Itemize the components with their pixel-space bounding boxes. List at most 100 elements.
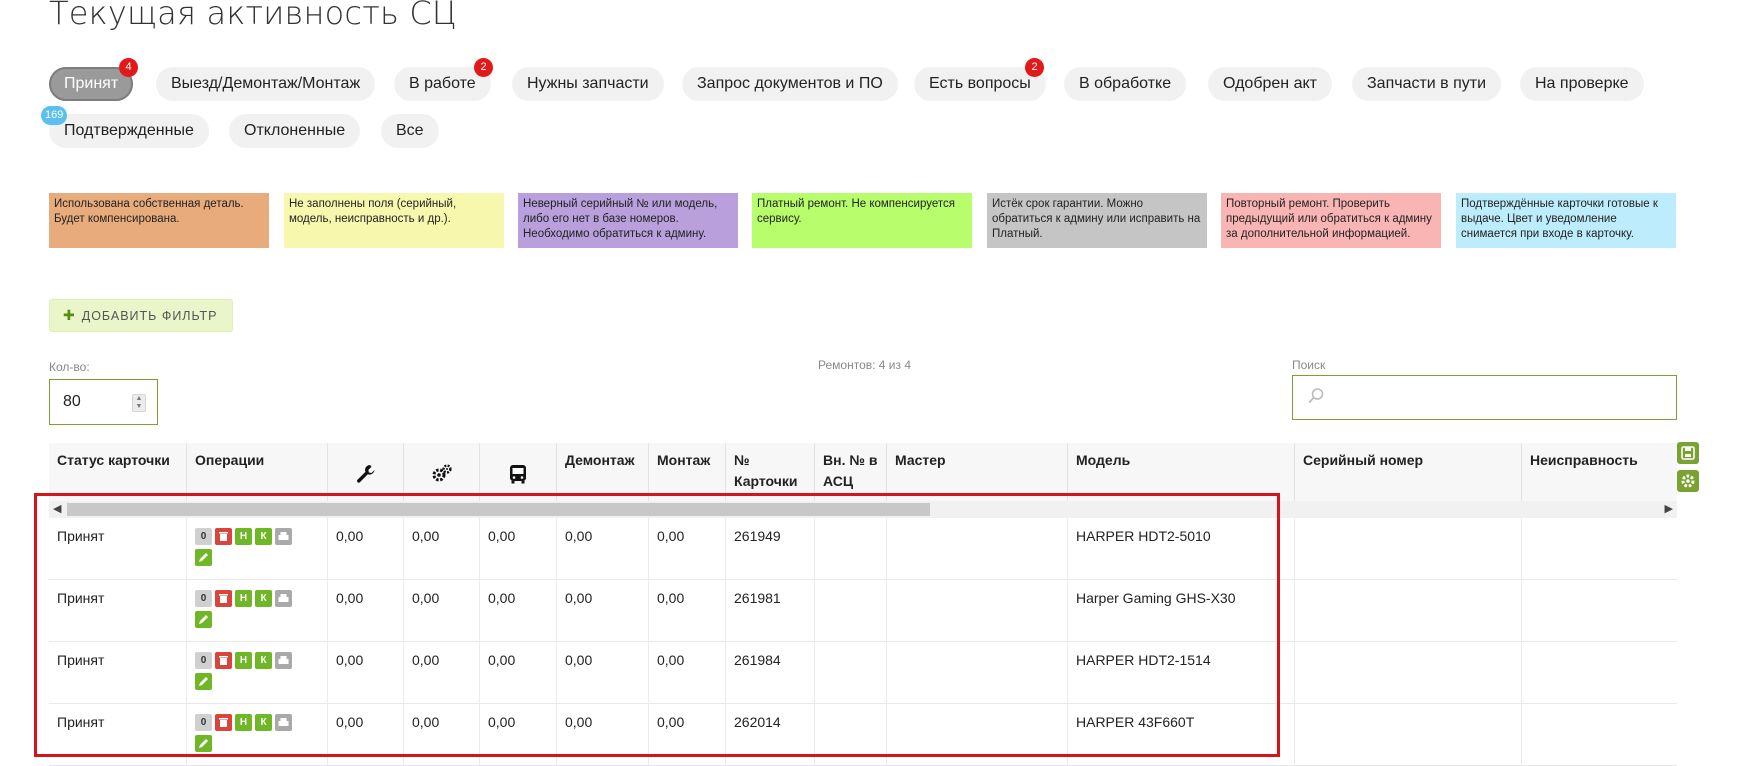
delete-icon[interactable] bbox=[215, 528, 232, 545]
save-columns-button[interactable] bbox=[1677, 442, 1699, 464]
spinner-arrows-icon[interactable]: ▲ ▼ bbox=[132, 394, 146, 412]
col-fault[interactable]: Неисправность bbox=[1521, 443, 1677, 501]
col-status[interactable]: Статус карточки bbox=[49, 443, 186, 501]
scroll-right-icon[interactable]: ▶ bbox=[1665, 501, 1673, 518]
print-icon[interactable] bbox=[275, 714, 292, 731]
tab-label: Принят bbox=[64, 75, 119, 92]
cell-card-number: 261981 bbox=[725, 580, 814, 642]
cell-operations: 0 НК bbox=[186, 704, 327, 766]
tab-label: Отклоненные bbox=[244, 122, 346, 139]
table-row[interactable]: Принят 0 Н К 0,00 0,00 0,00 0,00 0,00 261949 HARPE… bbox=[49, 518, 1677, 580]
edit-icon[interactable] bbox=[195, 673, 212, 690]
table-row[interactable]: Принят 0 Н К 0,00 0,00 0,00 0,00 0,00 262014 HARPE… bbox=[49, 704, 1677, 766]
n-button[interactable]: Н bbox=[235, 528, 252, 545]
legend-paid-repair: Платный ремонт. Не компенсируется сервис… bbox=[752, 193, 972, 248]
cell-internal-number bbox=[814, 704, 886, 766]
col-card-number[interactable]: № Карточки bbox=[725, 443, 814, 501]
table-row[interactable]: Принят 0 Н К 0,00 0,00 0,00 0,00 0,00 261984 HARPE… bbox=[49, 642, 1677, 704]
tab-all[interactable]: Все bbox=[381, 114, 439, 148]
scroll-left-icon[interactable]: ◀ bbox=[53, 501, 61, 518]
col-master[interactable]: Мастер bbox=[886, 443, 1067, 501]
col-serial-number[interactable]: Серийный номер bbox=[1294, 443, 1521, 501]
table-header: Статус карточки Операции Демонтаж Монтаж… bbox=[49, 443, 1677, 501]
print-icon[interactable] bbox=[275, 590, 292, 607]
col-gears[interactable] bbox=[403, 443, 479, 501]
edit-icon[interactable] bbox=[195, 735, 212, 752]
cell-operations: 0 НК bbox=[186, 642, 327, 704]
tab-badge: 169 bbox=[41, 106, 68, 125]
k-button[interactable]: К bbox=[255, 652, 272, 669]
cell-internal-number bbox=[814, 518, 886, 580]
tab-parts-needed[interactable]: Нужны запчасти bbox=[512, 67, 664, 101]
history-count-button[interactable]: 0 bbox=[195, 528, 212, 545]
tab-badge: 2 bbox=[1025, 58, 1044, 77]
cell-dismantle: 0,00 bbox=[556, 580, 648, 642]
cell-card-number: 261984 bbox=[725, 642, 814, 704]
cell-serial bbox=[1294, 704, 1521, 766]
delete-icon[interactable] bbox=[215, 652, 232, 669]
n-button[interactable]: Н bbox=[235, 590, 252, 607]
tab-label: Запчасти в пути bbox=[1367, 75, 1487, 92]
cell-status: Принят bbox=[57, 652, 105, 668]
history-count-button[interactable]: 0 bbox=[195, 590, 212, 607]
print-icon[interactable] bbox=[275, 528, 292, 545]
cell-wrench-cost: 0,00 bbox=[327, 580, 403, 642]
k-button[interactable]: К bbox=[255, 714, 272, 731]
qty-label: Кол-во: bbox=[49, 360, 90, 374]
k-button[interactable]: К bbox=[255, 528, 272, 545]
search-input[interactable] bbox=[1333, 384, 1663, 412]
tab-rejected[interactable]: Отклоненные bbox=[229, 114, 361, 148]
cell-master bbox=[886, 518, 1067, 580]
search-field[interactable] bbox=[1292, 375, 1677, 420]
tab-processing[interactable]: В обработке bbox=[1064, 67, 1187, 101]
cell-travel-cost: 0,00 bbox=[479, 518, 556, 580]
tab-visit-dismantle-install[interactable]: Выезд/Демонтаж/Монтаж bbox=[156, 67, 376, 101]
cell-master bbox=[886, 642, 1067, 704]
col-operations[interactable]: Операции bbox=[186, 443, 327, 501]
tab-label: Все bbox=[396, 122, 424, 139]
col-internal-number[interactable]: Вн. № в АСЦ bbox=[814, 443, 886, 501]
tab-label: Одобрен акт bbox=[1223, 75, 1317, 92]
cell-install: 0,00 bbox=[648, 642, 725, 704]
scrollbar-thumb[interactable] bbox=[67, 503, 930, 516]
cell-internal-number bbox=[814, 642, 886, 704]
tab-act-approved[interactable]: Одобрен акт bbox=[1208, 67, 1332, 101]
n-button[interactable]: Н bbox=[235, 652, 252, 669]
history-count-button[interactable]: 0 bbox=[195, 714, 212, 731]
tab-label: В работе bbox=[409, 75, 476, 92]
edit-icon[interactable] bbox=[195, 611, 212, 628]
k-button[interactable]: К bbox=[255, 590, 272, 607]
n-button[interactable]: Н bbox=[235, 714, 252, 731]
delete-icon[interactable] bbox=[215, 714, 232, 731]
cell-model: HARPER HDT2-5010 bbox=[1067, 518, 1294, 580]
cell-status: Принят bbox=[57, 590, 105, 606]
print-icon[interactable] bbox=[275, 652, 292, 669]
table-row[interactable]: Принят 0 Н К 0,00 0,00 0,00 0,00 0,00 261981 Harpe… bbox=[49, 580, 1677, 642]
tab-docs-request[interactable]: Запрос документов и ПО bbox=[682, 67, 898, 101]
legend-missing-fields: Не заполнены поля (серийный, модель, неи… bbox=[284, 193, 504, 248]
table-settings-button[interactable] bbox=[1677, 470, 1699, 492]
edit-icon[interactable] bbox=[195, 549, 212, 566]
qty-input[interactable]: 80 ▲ ▼ bbox=[49, 379, 158, 425]
tab-label: На проверке bbox=[1535, 75, 1629, 92]
cell-install: 0,00 bbox=[648, 704, 725, 766]
history-count-button[interactable]: 0 bbox=[195, 652, 212, 669]
add-filter-button[interactable]: ✚ ДОБАВИТЬ ФИЛЬТР bbox=[49, 299, 233, 332]
tab-parts-in-transit[interactable]: Запчасти в пути bbox=[1352, 67, 1502, 101]
cell-fault bbox=[1521, 642, 1677, 704]
col-wrench[interactable] bbox=[327, 443, 403, 501]
tab-on-review[interactable]: На проверке bbox=[1520, 67, 1644, 101]
col-bus[interactable] bbox=[479, 443, 556, 501]
col-model[interactable]: Модель bbox=[1067, 443, 1294, 501]
cell-install: 0,00 bbox=[648, 580, 725, 642]
cell-travel-cost: 0,00 bbox=[479, 704, 556, 766]
col-install[interactable]: Монтаж bbox=[648, 443, 725, 501]
bus-icon bbox=[507, 463, 529, 491]
cell-parts-cost: 0,00 bbox=[403, 580, 479, 642]
delete-icon[interactable] bbox=[215, 590, 232, 607]
col-dismantle[interactable]: Демонтаж bbox=[556, 443, 648, 501]
cell-parts-cost: 0,00 bbox=[403, 518, 479, 580]
plus-icon: ✚ bbox=[63, 307, 76, 323]
horizontal-scrollbar[interactable]: ◀ ▶ bbox=[49, 501, 1677, 518]
tab-confirmed[interactable]: Подтвержденные bbox=[49, 114, 209, 148]
